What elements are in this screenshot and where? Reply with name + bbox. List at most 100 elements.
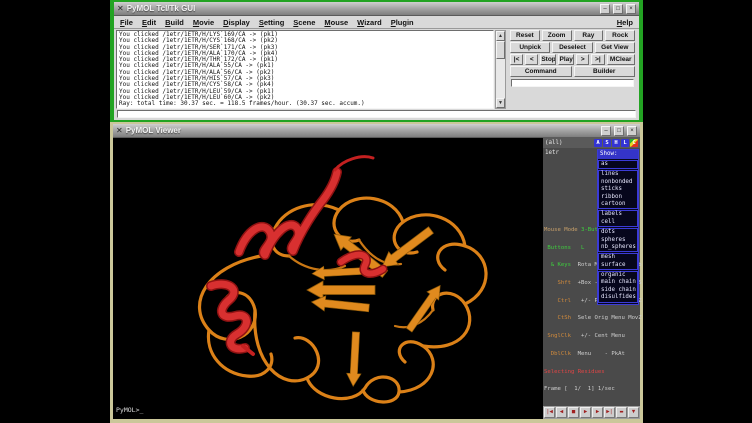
mclear-button[interactable]: MClear	[607, 54, 636, 65]
menu-item-cell[interactable]: cell	[599, 219, 637, 226]
menu-file[interactable]: File	[120, 18, 133, 27]
mouse-line: CtSh Sele Orig Menu MovZ	[544, 316, 642, 322]
viewer-titlebar[interactable]: ✕ PyMOL Viewer – □ ×	[113, 124, 640, 138]
movie-fwd-button[interactable]: >	[576, 54, 589, 65]
log-scrollbar[interactable]: ▲ ▼	[495, 30, 506, 109]
label-button[interactable]: L	[621, 139, 629, 147]
protein-alpha-helices	[211, 157, 383, 354]
protein-cartoon-1etr	[113, 138, 543, 420]
show-menu-title: Show:	[598, 150, 638, 159]
object-action-buttons: A S H L C	[593, 139, 638, 147]
reset-button[interactable]: Reset	[510, 30, 540, 41]
minimize-button[interactable]: –	[601, 126, 611, 136]
scroll-down-icon[interactable]: ▼	[496, 98, 505, 108]
menu-setting[interactable]: Setting	[259, 18, 284, 27]
close-button[interactable]: ×	[627, 126, 637, 136]
panel-entry-field[interactable]	[511, 79, 634, 87]
scroll-up-icon[interactable]: ▲	[496, 31, 505, 41]
tk-button-panel: Reset Zoom Ray Rock Unpick Deselect Get …	[506, 30, 637, 109]
tk-menubar: File Edit Build Movie Display Setting Sc…	[114, 16, 639, 29]
unpick-button[interactable]: Unpick	[510, 42, 550, 53]
show-button[interactable]: S	[603, 139, 611, 147]
menu-item-as[interactable]: as	[599, 161, 637, 168]
menu-edit[interactable]: Edit	[142, 18, 156, 27]
minimize-button[interactable]: –	[600, 4, 610, 14]
play-button[interactable]: Play	[558, 54, 574, 65]
mouse-line: SnglClk +/- Cent Menu	[544, 334, 642, 340]
menu-scene[interactable]: Scene	[293, 18, 315, 27]
mouse-line: DblClk Menu - PkAt	[544, 352, 642, 358]
viewer-side-panel: (all) A S H L C 1etr Show: as	[543, 138, 640, 419]
menu-help[interactable]: Help	[617, 18, 633, 27]
vcr-back-button[interactable]: ◀	[556, 407, 567, 418]
window-menu-icon[interactable]: ✕	[116, 127, 123, 135]
viewer-window-title: PyMOL Viewer	[126, 126, 181, 135]
menu-item-sticks[interactable]: sticks	[599, 186, 637, 193]
menu-mouse[interactable]: Mouse	[324, 18, 348, 27]
command-button[interactable]: Command	[510, 66, 572, 77]
log-line: Ray: total time: 30.37 sec. = 118.5 fram…	[119, 101, 491, 107]
menu-item-nb-spheres[interactable]: nb_spheres	[599, 244, 637, 251]
show-menu: Show: as lines nonbonded sticks ribbon c…	[597, 149, 639, 305]
stop-button[interactable]: Stop	[540, 54, 556, 65]
command-input[interactable]	[117, 110, 636, 118]
builder-button[interactable]: Builder	[574, 66, 636, 77]
action-button[interactable]: A	[594, 139, 602, 147]
pymol-prompt[interactable]: PyMOL>_	[116, 406, 143, 414]
scroll-trough[interactable]	[496, 41, 505, 98]
feedback-log[interactable]: You clicked /1etr/1ETR/H/LYS`169/CA -> (…	[116, 30, 494, 109]
vcr-menu-button[interactable]: ▼	[628, 407, 639, 418]
viewer-3d-canvas[interactable]: PyMOL>_	[113, 138, 543, 419]
hide-button[interactable]: H	[612, 139, 620, 147]
object-name: (all)	[545, 140, 562, 146]
menu-item-nonbonded[interactable]: nonbonded	[599, 179, 637, 186]
deselect-button[interactable]: Deselect	[552, 42, 592, 53]
menu-item-ribbon[interactable]: ribbon	[599, 194, 637, 201]
maximize-button[interactable]: □	[614, 126, 624, 136]
menu-movie[interactable]: Movie	[193, 18, 214, 27]
vcr-forward-button[interactable]: ▶	[592, 407, 603, 418]
menu-item-surface[interactable]: surface	[599, 262, 637, 269]
color-button[interactable]: C	[630, 139, 638, 147]
menu-plugin[interactable]: Plugin	[391, 18, 414, 27]
menu-item-dots[interactable]: dots	[599, 229, 637, 236]
menu-item-disulfides[interactable]: disulfides	[599, 294, 637, 301]
protein-loops	[200, 198, 487, 402]
menu-item-side-chain[interactable]: side chain	[599, 287, 637, 294]
vcr-play-button[interactable]: ▶	[580, 407, 591, 418]
movie-start-button[interactable]: |<	[510, 54, 523, 65]
menu-item-mesh[interactable]: mesh	[599, 254, 637, 261]
menu-item-main-chain[interactable]: main chain	[599, 279, 637, 286]
movie-end-button[interactable]: >|	[591, 54, 604, 65]
movie-back-button[interactable]: <	[525, 54, 538, 65]
mouse-line: Frame [ 1/ 1] 1/sec	[544, 387, 642, 393]
menu-item-labels[interactable]: labels	[599, 211, 637, 218]
tk-gui-window: ✕ PyMOL Tcl/Tk GUI – □ × File Edit Build…	[110, 0, 643, 123]
vcr-rewind-button[interactable]: |◀	[544, 407, 555, 418]
protein-beta-sheets	[307, 224, 446, 387]
object-row-all[interactable]: (all) A S H L C	[543, 138, 640, 148]
menu-item-lines[interactable]: lines	[599, 171, 637, 178]
rock-button[interactable]: Rock	[605, 30, 635, 41]
zoom-button[interactable]: Zoom	[542, 30, 572, 41]
menu-item-spheres[interactable]: spheres	[599, 237, 637, 244]
vcr-end-button[interactable]: ▶|	[604, 407, 615, 418]
menu-item-organic[interactable]: organic	[599, 272, 637, 279]
getview-button[interactable]: Get View	[595, 42, 635, 53]
vcr-loop-button[interactable]: ▬	[616, 407, 627, 418]
close-button[interactable]: ×	[626, 4, 636, 14]
object-name: 1etr	[545, 150, 559, 156]
menu-display[interactable]: Display	[223, 18, 250, 27]
window-menu-icon[interactable]: ✕	[117, 5, 124, 13]
menu-wizard[interactable]: Wizard	[357, 18, 382, 27]
mouse-line: Selecting Residues	[544, 370, 642, 376]
viewer-window: ✕ PyMOL Viewer – □ ×	[110, 122, 643, 423]
vcr-stop-button[interactable]: ■	[568, 407, 579, 418]
maximize-button[interactable]: □	[613, 4, 623, 14]
scroll-thumb[interactable]	[496, 41, 505, 59]
tk-titlebar[interactable]: ✕ PyMOL Tcl/Tk GUI – □ ×	[114, 2, 639, 16]
ray-button[interactable]: Ray	[574, 30, 604, 41]
desktop: { "colors": { "tk_frame_green": "#22a322…	[0, 0, 752, 423]
menu-item-cartoon[interactable]: cartoon	[599, 201, 637, 208]
menu-build[interactable]: Build	[165, 18, 184, 27]
